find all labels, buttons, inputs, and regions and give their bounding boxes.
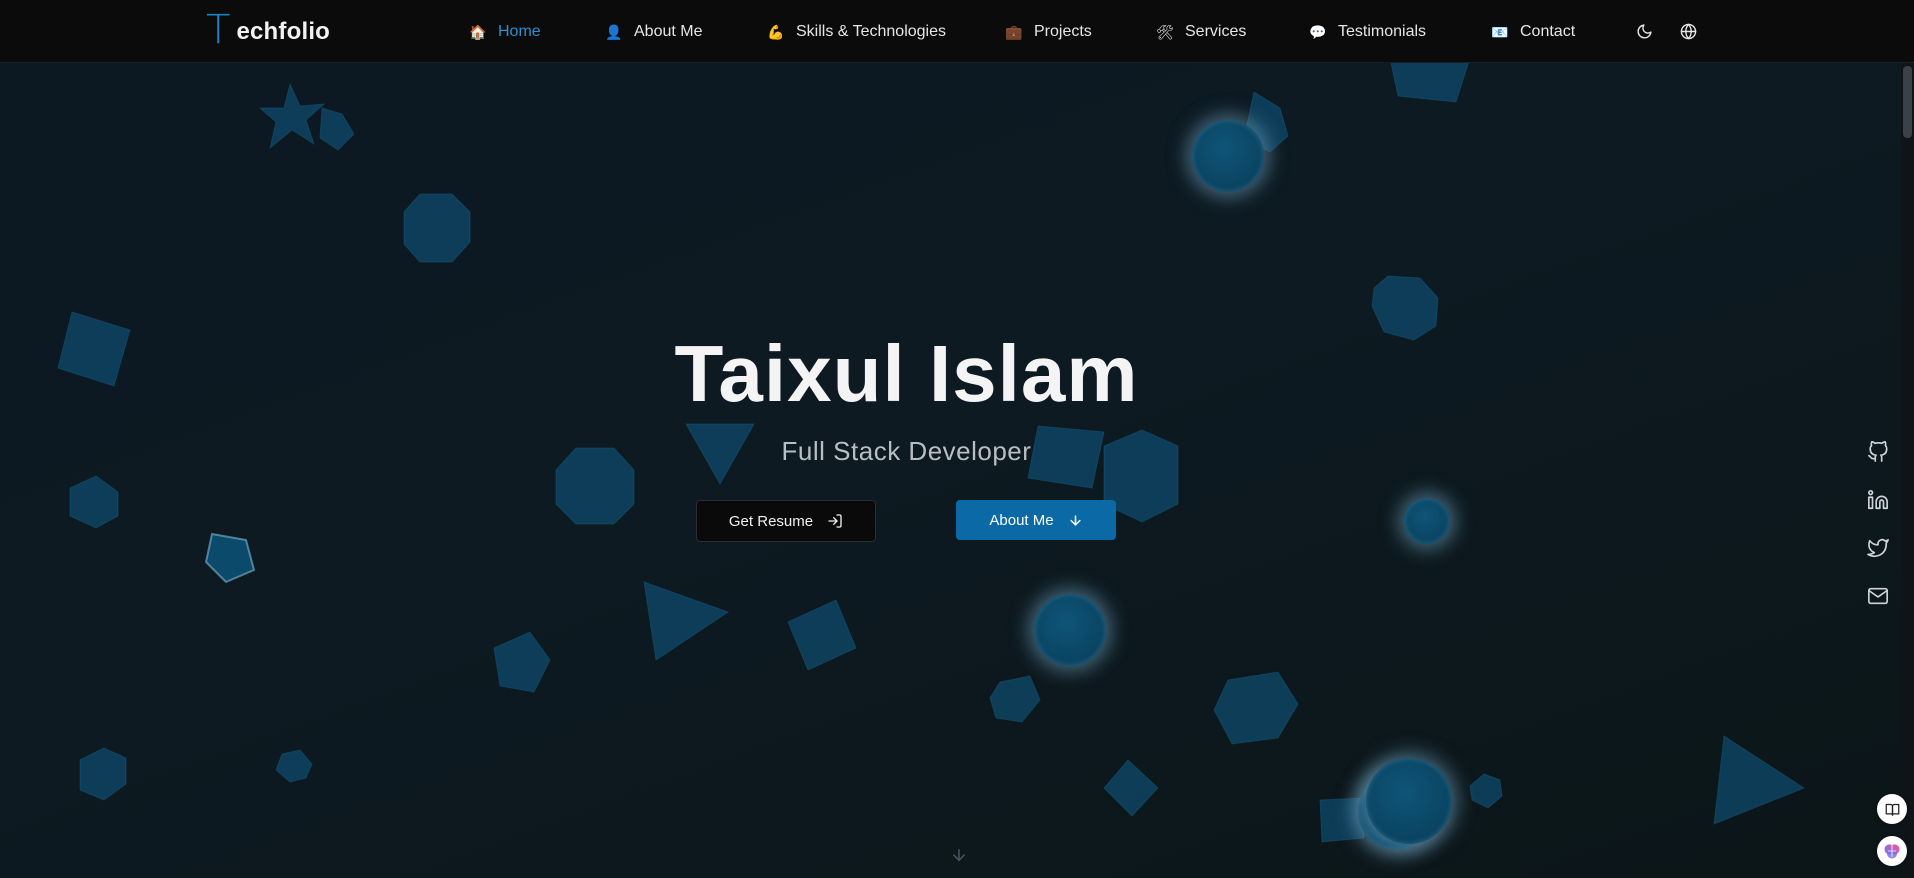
- ai-assistant-button[interactable]: [1877, 836, 1907, 866]
- nav-label: Services: [1185, 23, 1247, 40]
- nav-item-services[interactable]: 🛠 Services: [1155, 20, 1246, 44]
- square-shape: [1319, 797, 1365, 843]
- navbar: T echfolio 🏠 Home 👤 About Me 💪 Skills & …: [0, 0, 1914, 63]
- brand-logo[interactable]: T echfolio: [206, 7, 331, 53]
- theme-toggle-button[interactable]: [1632, 19, 1656, 43]
- brain-icon: [1884, 844, 1900, 859]
- nav-label: Contact: [1520, 23, 1576, 40]
- nav-label: Projects: [1034, 23, 1092, 40]
- nav-item-about[interactable]: 👤 About Me: [604, 20, 702, 44]
- book-icon: [1885, 803, 1899, 816]
- nav-item-projects[interactable]: 💼 Projects: [1004, 20, 1092, 44]
- nav-item-testimonials[interactable]: 💬 Testimonials: [1308, 20, 1426, 44]
- glowing-square-shape: [204, 532, 256, 584]
- nav-item-home[interactable]: 🏠 Home: [468, 20, 541, 44]
- scroll-down-indicator[interactable]: [950, 846, 968, 869]
- square-shape: [787, 599, 857, 671]
- github-icon: [1868, 441, 1888, 462]
- logo-letter: T: [206, 7, 231, 53]
- logo-text: echfolio: [236, 18, 331, 45]
- octagon-shape: [403, 193, 471, 263]
- heptagon-shape: [79, 747, 127, 801]
- glow-orb: [1366, 758, 1452, 844]
- moon-icon: [1637, 23, 1652, 38]
- tools-icon: 🛠: [1156, 23, 1174, 40]
- heptagon-shape: [989, 675, 1041, 723]
- heptagon-shape: [275, 749, 313, 783]
- mail-link[interactable]: [1864, 582, 1892, 610]
- square-shape: [1389, 57, 1471, 103]
- hexagon-shape: [1213, 671, 1299, 745]
- glow-orb: [1192, 120, 1264, 192]
- user-icon: 👤: [605, 23, 623, 40]
- pentagon-shape: [493, 631, 551, 693]
- log-in-icon: [828, 514, 842, 528]
- button-label: About Me: [989, 511, 1054, 529]
- star-shape: [258, 82, 326, 150]
- triangle-shape: [643, 581, 730, 661]
- page-scrollbar[interactable]: [1901, 62, 1914, 878]
- square-shape: [1103, 759, 1159, 817]
- nav-label: Skills & Technologies: [796, 23, 947, 40]
- envelope-icon: 📧: [1491, 23, 1509, 40]
- speech-bubble-icon: 💬: [1309, 23, 1327, 40]
- home-icon: 🏠: [469, 23, 487, 40]
- hexagon-shape: [69, 475, 119, 529]
- arrow-down-icon: [1069, 514, 1081, 526]
- nav-label: Testimonials: [1338, 23, 1427, 40]
- triangle-shape: [1713, 735, 1806, 825]
- heptagon-shape: [1469, 773, 1503, 809]
- twitter-icon: [1867, 538, 1889, 558]
- reading-mode-button[interactable]: [1877, 794, 1907, 824]
- nav-label: Home: [498, 23, 541, 40]
- scrollbar-thumb[interactable]: [1903, 66, 1912, 138]
- nav-item-skills[interactable]: 💪 Skills & Technologies: [766, 20, 946, 44]
- twitter-link[interactable]: [1864, 534, 1892, 562]
- briefcase-icon: 💼: [1005, 23, 1023, 40]
- about-me-button[interactable]: About Me: [956, 500, 1116, 540]
- nav-label: About Me: [634, 23, 703, 40]
- button-label: Get Resume: [728, 512, 814, 530]
- globe-icon: [1680, 23, 1696, 39]
- get-resume-button[interactable]: Get Resume: [696, 500, 876, 542]
- arrow-down-icon: [953, 849, 965, 861]
- language-button[interactable]: [1676, 19, 1700, 43]
- hero-name: Taixul Islam: [674, 329, 1139, 418]
- hero-role: Full Stack Developer: [781, 436, 1032, 466]
- mail-icon: [1868, 587, 1888, 605]
- linkedin-icon: [1868, 490, 1888, 510]
- glow-orb: [1404, 498, 1450, 544]
- linkedin-link[interactable]: [1864, 486, 1892, 514]
- muscle-icon: 💪: [767, 23, 785, 40]
- pentagon-shape: [319, 107, 355, 151]
- nav-item-contact[interactable]: 📧 Contact: [1490, 20, 1575, 44]
- github-link[interactable]: [1864, 438, 1892, 466]
- glow-orb: [1034, 594, 1106, 666]
